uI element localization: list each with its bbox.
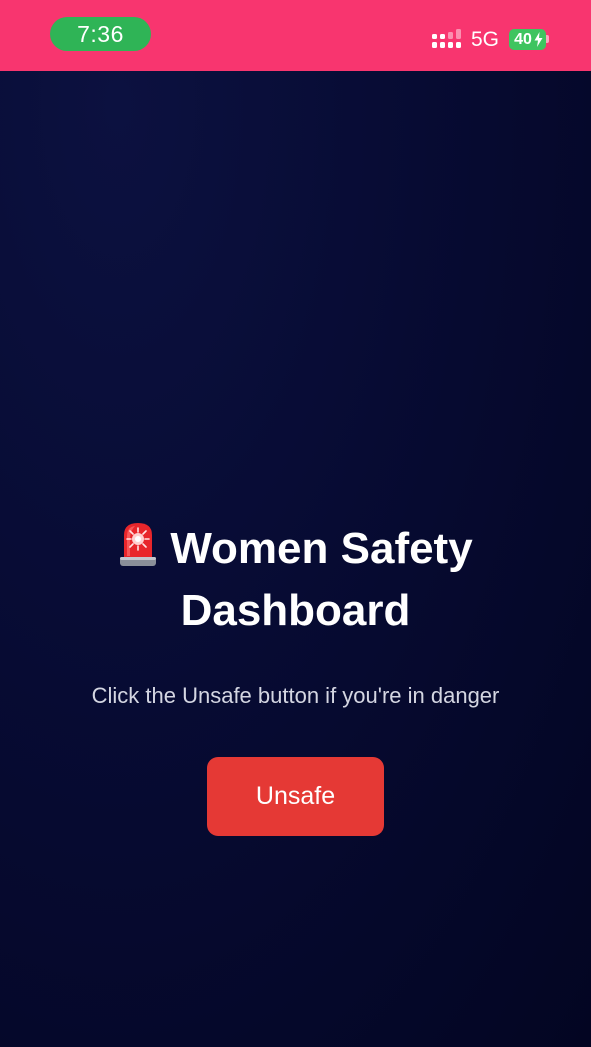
instruction-text: Click the Unsafe button if you're in dan…	[91, 683, 500, 708]
title-text-line-1: Women Safety	[170, 524, 473, 573]
page-title: Women Safety Dashboard	[0, 518, 591, 642]
battery-level: 40	[514, 31, 532, 48]
status-time: 7:36	[50, 17, 151, 51]
police-siren-icon	[120, 523, 157, 566]
network-type: 5G	[471, 28, 500, 51]
dashboard-screen: 7:36 5G 40 Women Safety Dashboard Click …	[0, 0, 591, 1047]
charging-bolt-icon	[534, 32, 543, 47]
title-line-1: Women Safety	[0, 518, 591, 580]
unsafe-button[interactable]: Unsafe	[207, 757, 384, 836]
title-text-line-2: Dashboard	[180, 586, 411, 635]
cellular-signal-icon	[432, 29, 461, 48]
battery-cap	[546, 35, 549, 43]
status-bar: 7:36 5G 40	[0, 0, 591, 71]
